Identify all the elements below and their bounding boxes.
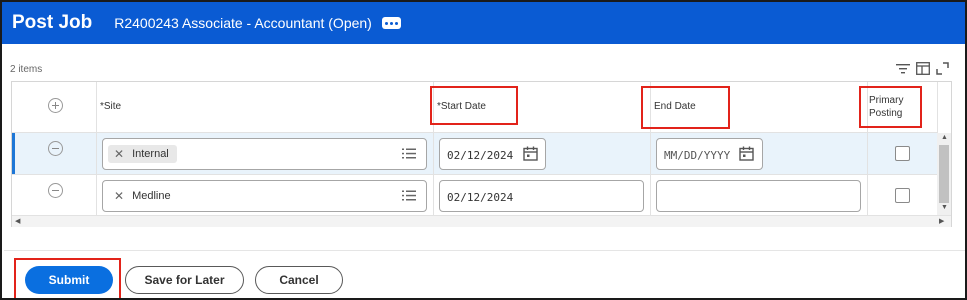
cancel-button[interactable]: Cancel — [255, 266, 343, 294]
scroll-right-arrow-icon[interactable]: ▶ — [939, 217, 944, 225]
end-date-field[interactable]: MM/DD/YYYY — [656, 138, 763, 170]
start-date-value: 02/12/2024 — [447, 191, 514, 204]
post-job-window: Post Job R2400243 Associate - Accountant… — [0, 0, 967, 300]
site-chip: ✕ Medline — [108, 187, 179, 205]
list-prompt-icon[interactable] — [402, 148, 416, 159]
list-prompt-icon[interactable] — [402, 190, 416, 201]
column-divider — [96, 82, 97, 215]
job-requisition-title: R2400243 Associate - Accountant (Open) — [114, 15, 372, 31]
filter-icon[interactable] — [896, 63, 910, 75]
remove-chip-icon[interactable]: ✕ — [114, 147, 124, 161]
grid-toolbar — [896, 62, 949, 75]
start-date-highlight — [430, 86, 518, 125]
site-chip-label: Medline — [132, 190, 171, 202]
page-title: Post Job — [12, 12, 93, 33]
selected-row-indicator — [12, 133, 15, 174]
primary-posting-checkbox[interactable] — [895, 188, 910, 203]
vertical-scrollbar[interactable]: ▲ ▼ — [937, 133, 951, 215]
item-count: 2 items — [10, 64, 43, 75]
footer-divider — [4, 250, 965, 251]
scroll-left-arrow-icon[interactable]: ◀ — [15, 217, 20, 225]
add-row-button[interactable] — [48, 98, 63, 113]
start-date-field[interactable]: 02/12/2024 — [439, 180, 644, 212]
site-chip: ✕ Internal — [108, 145, 177, 163]
row-divider — [12, 174, 937, 175]
remove-chip-icon[interactable]: ✕ — [114, 189, 124, 203]
remove-row-button[interactable] — [48, 183, 63, 198]
column-header-site: *Site — [100, 101, 122, 112]
calendar-icon[interactable] — [523, 146, 538, 161]
calendar-icon[interactable] — [739, 146, 754, 161]
more-dots-icon[interactable] — [381, 17, 401, 29]
submit-button[interactable]: Submit — [25, 266, 113, 294]
primary-posting-highlight — [859, 86, 922, 128]
scrollbar-thumb[interactable] — [939, 145, 949, 203]
remove-row-button[interactable] — [48, 141, 63, 156]
site-chip-label: Internal — [132, 148, 169, 160]
page-header: Post Job R2400243 Associate - Accountant… — [2, 2, 965, 44]
primary-posting-checkbox[interactable] — [895, 146, 910, 161]
start-date-field[interactable]: 02/12/2024 — [439, 138, 546, 170]
end-date-highlight — [641, 86, 730, 129]
end-date-placeholder: MM/DD/YYYY — [664, 149, 731, 162]
site-field[interactable]: ✕ Internal — [102, 138, 427, 170]
site-field[interactable]: ✕ Medline — [102, 180, 427, 212]
save-for-later-button[interactable]: Save for Later — [125, 266, 244, 294]
scroll-up-arrow-icon[interactable]: ▲ — [941, 134, 948, 141]
scroll-down-arrow-icon[interactable]: ▼ — [941, 204, 948, 211]
start-date-value: 02/12/2024 — [447, 149, 514, 162]
header-divider — [12, 132, 937, 133]
horizontal-scrollbar[interactable]: ◀ ▶ — [12, 215, 951, 227]
columns-icon[interactable] — [916, 62, 930, 75]
expand-icon[interactable] — [936, 62, 949, 75]
end-date-field[interactable] — [656, 180, 861, 212]
